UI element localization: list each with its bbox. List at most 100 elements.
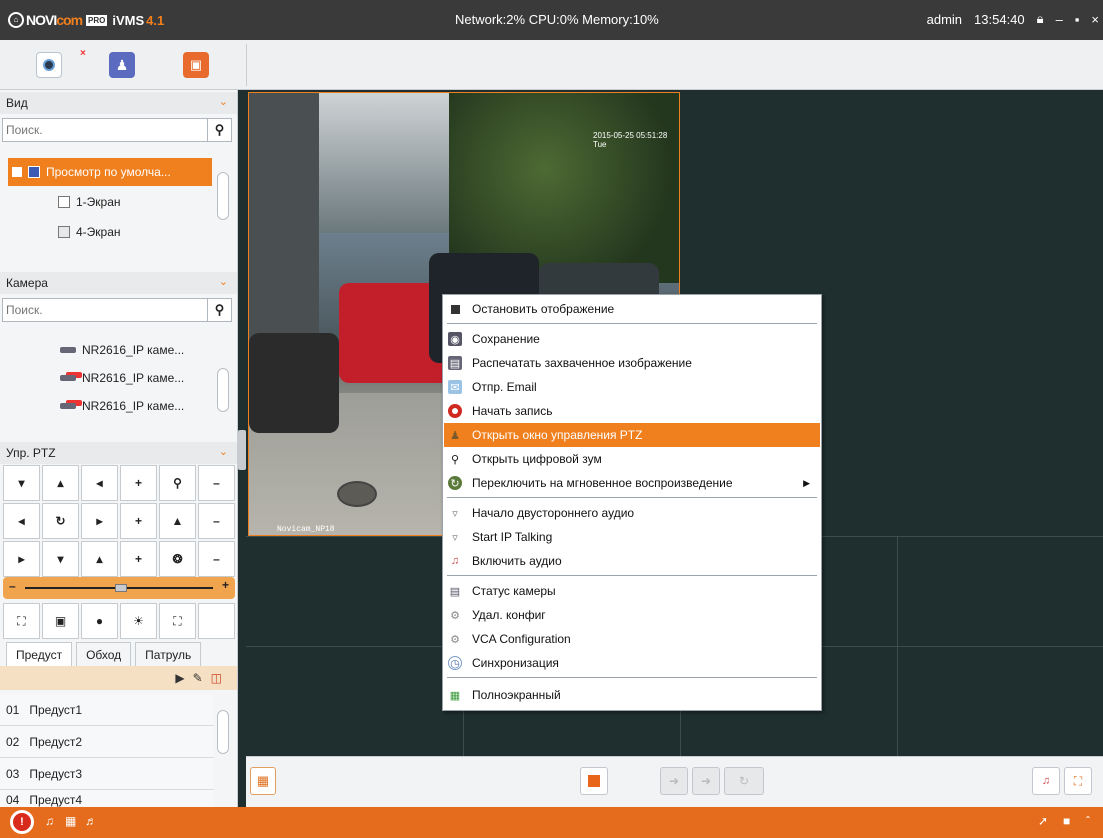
pin-icon[interactable]: ➚	[1038, 814, 1048, 828]
view-scrollbar[interactable]	[217, 172, 229, 220]
focus-icon[interactable]: ▲	[159, 503, 196, 539]
3d-position-icon[interactable]: ☀	[120, 603, 157, 639]
close-tab-icon[interactable]: ×	[80, 48, 86, 59]
zoom-icon[interactable]: ⚲	[159, 465, 196, 501]
panel-collapse-handle[interactable]	[238, 430, 246, 470]
menu-item-digital-zoom[interactable]: ⚲ Открыть цифровой зум	[444, 447, 820, 471]
next-page-button[interactable]: ➜	[692, 767, 720, 795]
focus-near-button[interactable]: +	[120, 503, 157, 539]
menu-item-print[interactable]: ▤ Распечатать захваченное изображение	[444, 351, 820, 375]
home-icon: ⌂	[8, 12, 24, 28]
zoom-in-button[interactable]: +	[120, 465, 157, 501]
previous-page-button[interactable]: ➜	[660, 767, 688, 795]
tree-item-default-view[interactable]: Просмотр по умолча...	[8, 158, 212, 186]
ptz-section-header[interactable]: Упр. PTZ ⌄	[0, 442, 237, 464]
light-icon[interactable]: ⛶	[3, 603, 40, 639]
menu-item-instant-playback[interactable]: ↻ Переключить на мгновенное воспроизведен…	[444, 471, 820, 495]
left-panel: Вид ⌄ ⚲ Просмотр по умолча... 1-Экран 4-…	[0, 90, 238, 807]
region-zoom-icon[interactable]: ▣	[42, 603, 79, 639]
menu-item-capture[interactable]: ◉ Сохранение	[444, 327, 820, 351]
view-search-input[interactable]	[3, 120, 207, 140]
remote-playback-button[interactable]: ♟	[109, 52, 135, 78]
ptz-up-right-button[interactable]: ◂	[81, 465, 118, 501]
list-item[interactable]: 03 Предуст3	[0, 758, 214, 790]
tree-item-1-screen[interactable]: 1-Экран	[58, 188, 208, 216]
ptz-down-right-button[interactable]: ▴	[81, 541, 118, 577]
list-item[interactable]: 01 Предуст1	[0, 694, 214, 726]
wiper-icon[interactable]: ●	[81, 603, 118, 639]
menu-item-remote-config[interactable]: ⚙ Удал. конфиг	[444, 603, 820, 627]
instant-playback-icon: ↻	[448, 476, 462, 490]
menu-item-email[interactable]: ✉ Отпр. Email	[444, 375, 820, 399]
camera-item[interactable]: NR2616_IP каме...	[60, 392, 220, 420]
fullscreen-button[interactable]: ⛶	[1064, 767, 1092, 795]
tab-patrol[interactable]: Патруль	[135, 642, 202, 666]
image-icon[interactable]: ▦	[65, 814, 76, 828]
slider-knob[interactable]	[115, 584, 127, 592]
alarm-button[interactable]: !	[10, 810, 34, 834]
view-section-header[interactable]: Вид ⌄	[0, 92, 237, 114]
layout-button[interactable]: ▦	[250, 767, 276, 795]
ptz-down-button[interactable]: ▾	[42, 541, 79, 577]
audio-icon[interactable]: ♬	[85, 814, 97, 828]
edit-icon[interactable]: ✎	[193, 671, 203, 685]
search-icon[interactable]: ⚲	[207, 119, 231, 141]
ptz-up-left-button[interactable]: ▾	[3, 465, 40, 501]
menu-item-start-record[interactable]: Начать запись	[444, 399, 820, 423]
camera-capture-icon: ◉	[448, 332, 462, 346]
stop-all-button[interactable]	[580, 767, 608, 795]
printer-icon: ▤	[448, 356, 462, 370]
iris-open-button[interactable]: +	[120, 541, 157, 577]
menu-item-stop-display[interactable]: Остановить отображение	[444, 297, 820, 321]
menu-item-two-way-audio[interactable]: ▿ Начало двустороннего аудио	[444, 501, 820, 525]
empty-button[interactable]	[198, 603, 235, 639]
tab-preset[interactable]: Предуст	[6, 642, 73, 666]
ptz-right-button[interactable]: ▸	[81, 503, 118, 539]
zoom-out-button[interactable]: –	[198, 465, 235, 501]
camera-section-header[interactable]: Камера ⌄	[0, 272, 237, 294]
focus-far-button[interactable]: –	[198, 503, 235, 539]
menu-item-sync[interactable]: ◷ Синхронизация	[444, 651, 820, 675]
main-view-button[interactable]	[36, 52, 62, 78]
expand-up-icon[interactable]: ˆ	[1086, 814, 1090, 828]
event-button[interactable]: ▣	[183, 52, 209, 78]
play-icon[interactable]: ▶	[175, 671, 184, 685]
refresh-button[interactable]: ↻	[724, 767, 764, 795]
preset-actions: ▶ ✎ ◫	[0, 666, 237, 690]
menu-item-fullscreen[interactable]: ▦ Полноэкранный	[444, 683, 820, 707]
camera-item[interactable]: NR2616_IP каме...	[60, 336, 220, 364]
collapse-icon[interactable]	[12, 167, 22, 177]
lock-icon[interactable]: 🔒︎	[1037, 11, 1044, 27]
audio-toggle-button[interactable]: ♫	[1032, 767, 1060, 795]
tab-patrol-path[interactable]: Обход	[76, 642, 132, 666]
fullscreen-icon[interactable]: ⛶	[159, 603, 196, 639]
chevron-down-icon: ⌄	[218, 96, 228, 108]
camera-scrollbar[interactable]	[217, 368, 229, 412]
delete-icon[interactable]: ◫	[211, 671, 222, 685]
iris-icon[interactable]: ❂	[159, 541, 196, 577]
tree-item-4-screen[interactable]: 4-Экран	[58, 218, 208, 246]
list-item[interactable]: 04 Предуст4	[0, 790, 214, 807]
menu-item-camera-status[interactable]: ▤ Статус камеры	[444, 579, 820, 603]
menu-item-enable-audio[interactable]: ♫ Включить аудио	[444, 549, 820, 573]
menu-item-open-ptz[interactable]: ♟ Открыть окно управления PTZ	[444, 423, 820, 447]
alarm-sound-icon[interactable]: ♫	[45, 814, 54, 828]
preset-scrollbar[interactable]	[217, 710, 229, 754]
camera-search-input[interactable]	[3, 300, 207, 320]
ptz-speed-slider[interactable]: – +	[3, 577, 235, 599]
iris-close-button[interactable]: –	[198, 541, 235, 577]
auto-scan-icon[interactable]: ↻	[42, 503, 79, 539]
menu-item-ip-talking[interactable]: ▿ Start IP Talking	[444, 525, 820, 549]
menu-item-vca-config[interactable]: ⚙ VCA Configuration	[444, 627, 820, 651]
camera-item[interactable]: NR2616_IP каме...	[60, 364, 220, 392]
ptz-down-left-button[interactable]: ▸	[3, 541, 40, 577]
maximize-icon[interactable]: ▪	[1075, 12, 1080, 27]
user-name[interactable]: admin	[927, 12, 962, 27]
search-icon[interactable]: ⚲	[207, 299, 231, 321]
close-icon[interactable]: ×	[1091, 12, 1099, 27]
ptz-left-button[interactable]: ◂	[3, 503, 40, 539]
list-item[interactable]: 02 Предуст2	[0, 726, 214, 758]
minimize-icon[interactable]: –	[1056, 12, 1063, 27]
window-icon[interactable]: ■	[1063, 814, 1070, 828]
ptz-up-button[interactable]: ▴	[42, 465, 79, 501]
